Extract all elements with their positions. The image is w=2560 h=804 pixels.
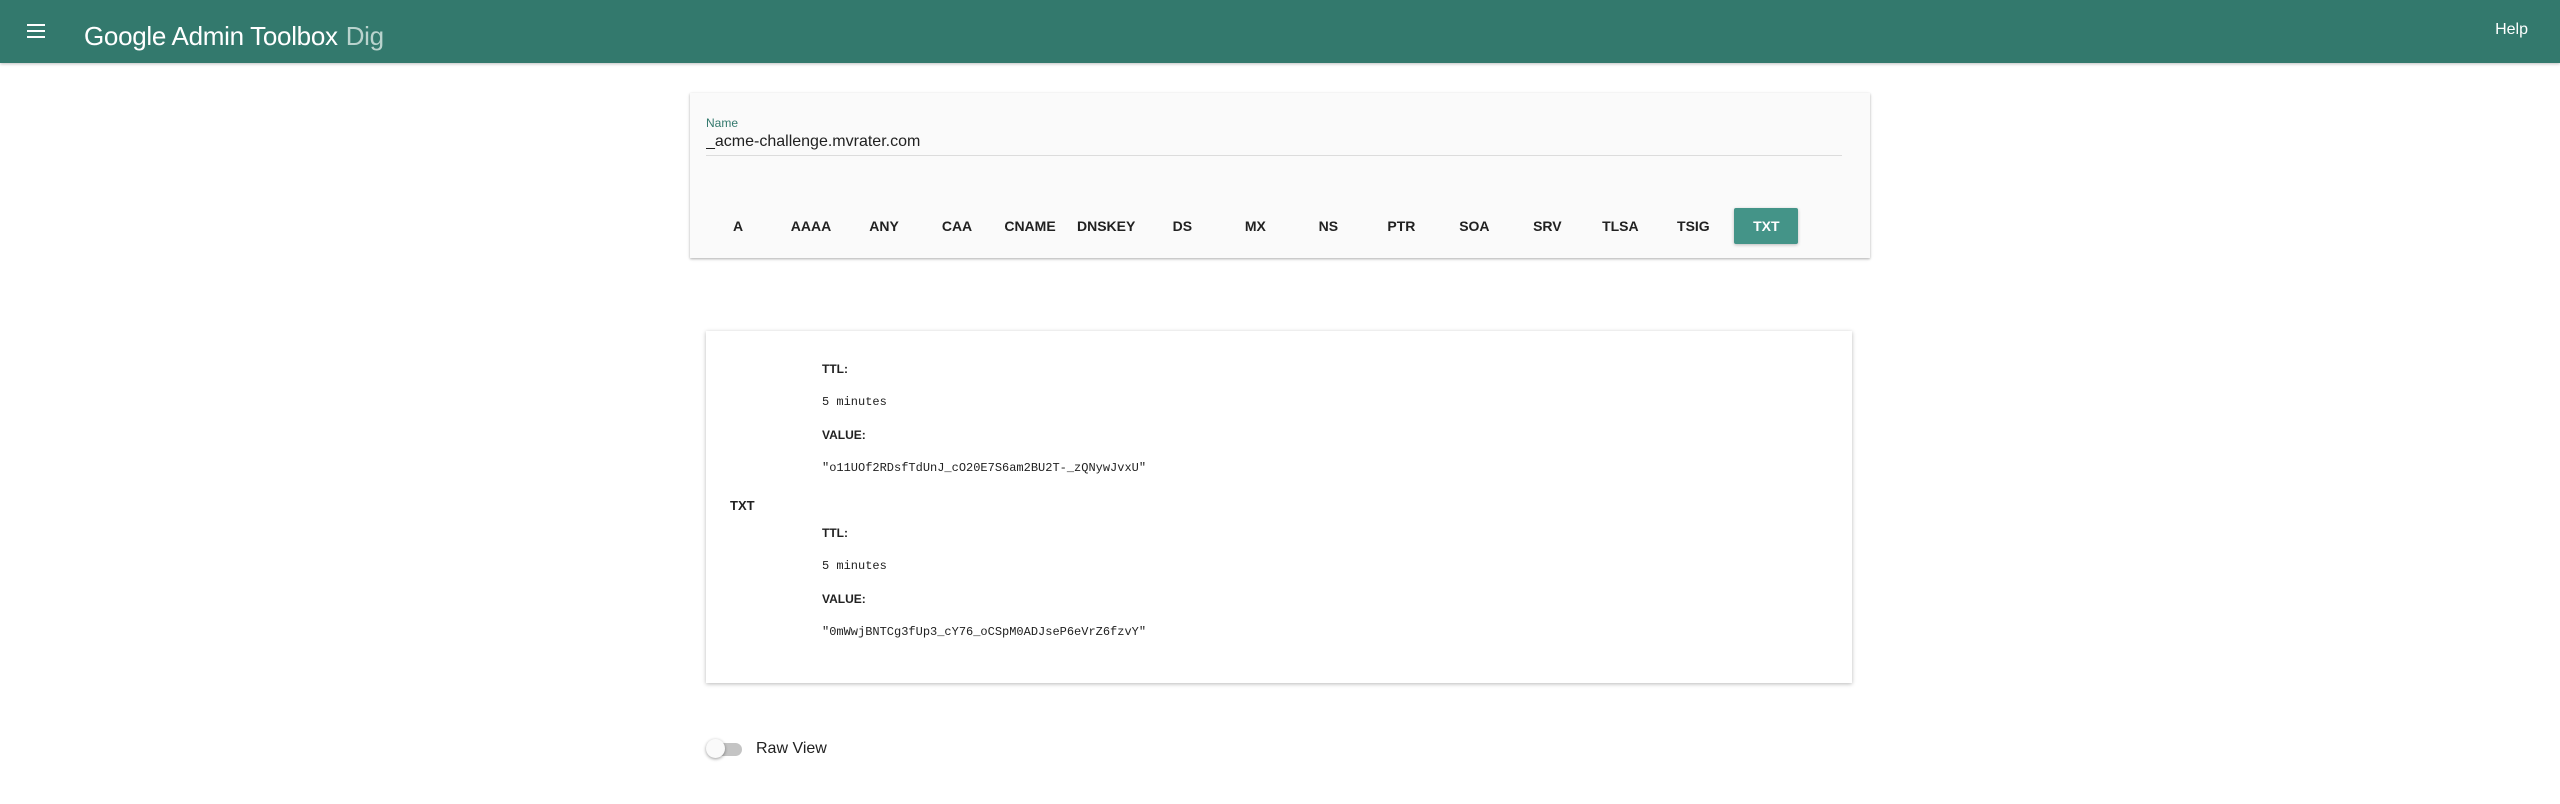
record-type-any-button[interactable]: ANY: [852, 208, 916, 244]
record-type-tsig-button[interactable]: TSIG: [1661, 208, 1725, 244]
record-type-caa-button[interactable]: CAA: [925, 208, 989, 244]
results-card: TXT TTL: 5 minutes VALUE: "o11UOf2RDsfTd…: [706, 331, 1852, 683]
record-value: "0mWwjBNTCg3fUp3_cY76_oCSpM0ADJseP6eVrZ6…: [822, 625, 1147, 639]
value-label: VALUE:: [822, 428, 866, 442]
ttl-label: TTL:: [822, 362, 848, 376]
name-input[interactable]: [706, 129, 1842, 156]
record-type-tlsa-button[interactable]: TLSA: [1588, 208, 1652, 244]
help-link[interactable]: Help: [2495, 21, 2528, 39]
ttl-label: TTL:: [822, 526, 848, 540]
raw-view-toggle[interactable]: Raw View: [706, 739, 827, 759]
record-value: "o11UOf2RDsfTdUnJ_cO20E7S6am2BU2T-_zQNyw…: [822, 461, 1147, 475]
brand-name: Google Admin Toolbox: [84, 21, 338, 51]
raw-view-label: Raw View: [756, 740, 827, 757]
record-type-cname-button[interactable]: CNAME: [998, 208, 1062, 244]
record-type-mx-button[interactable]: MX: [1223, 208, 1287, 244]
record-type-dnskey-button[interactable]: DNSKEY: [1071, 208, 1141, 244]
record-type-aaaa-button[interactable]: AAAA: [779, 208, 843, 244]
value-label: VALUE:: [822, 592, 866, 606]
ttl-value: 5 minutes: [822, 559, 887, 573]
record-type-soa-button[interactable]: SOA: [1442, 208, 1506, 244]
record-type-selector: A AAAA ANY CAA CNAME DNSKEY DS MX NS PTR…: [706, 208, 1799, 244]
record-type-ds-button[interactable]: DS: [1150, 208, 1214, 244]
record-type-ptr-button[interactable]: PTR: [1369, 208, 1433, 244]
app-name: Dig: [345, 21, 384, 51]
name-field-label: Name: [706, 116, 739, 130]
switch-thumb[interactable]: [706, 739, 725, 758]
record-type-txt-button[interactable]: TXT: [1734, 208, 1799, 244]
raw-view-switch[interactable]: [706, 739, 742, 759]
app-header: Google Admin Toolbox Dig Help: [0, 0, 2560, 63]
record-type-ns-button[interactable]: NS: [1296, 208, 1360, 244]
query-card: Name A AAAA ANY CAA CNAME DNSKEY DS MX N…: [690, 93, 1870, 258]
record-type-a-button[interactable]: A: [706, 208, 770, 244]
ttl-value: 5 minutes: [822, 395, 887, 409]
app-title: Google Admin Toolbox Dig: [84, 19, 384, 53]
hamburger-menu-icon[interactable]: [24, 19, 48, 43]
record-type-srv-button[interactable]: SRV: [1515, 208, 1579, 244]
record-type-label: TXT: [730, 498, 755, 513]
